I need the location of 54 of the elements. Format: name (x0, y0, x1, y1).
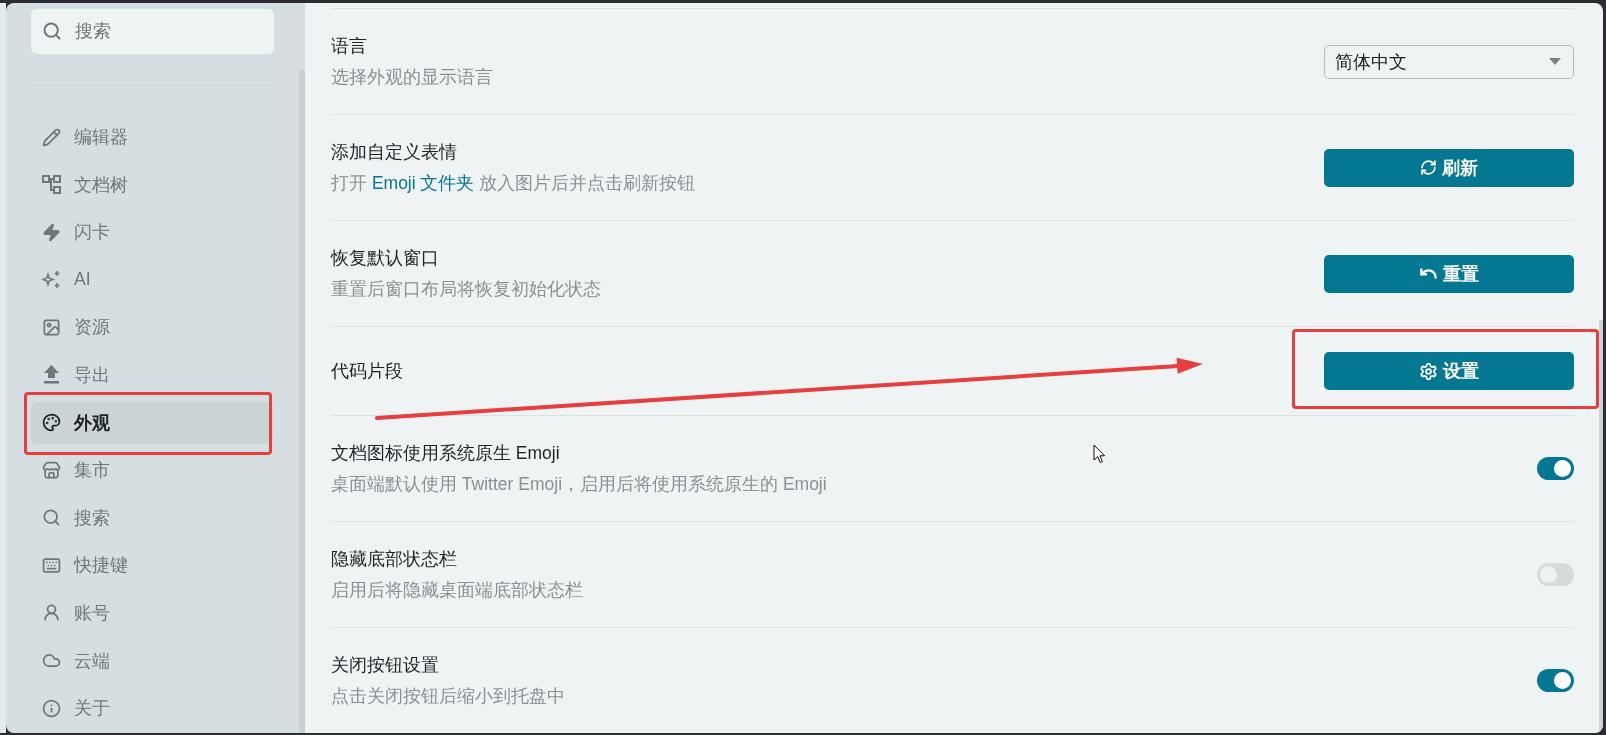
folder-link[interactable]: Emoji 文件夹 (371, 173, 475, 193)
mouse-cursor-icon (1093, 444, 1106, 464)
pencil-icon (42, 127, 61, 147)
scrollbar-thumb[interactable] (1599, 320, 1603, 733)
action-button[interactable]: 重置 (1324, 254, 1574, 293)
info-icon (42, 698, 61, 718)
setting-description: 启用后将隐藏桌面端底部状态栏 (331, 579, 583, 602)
tree-icon (42, 175, 61, 195)
sidebar-item[interactable]: 搜索 (31, 496, 273, 539)
setting-title: 代码片段 (331, 360, 403, 383)
toggle-switch[interactable] (1537, 563, 1574, 586)
search-icon (42, 508, 61, 528)
setting-description: 桌面端默认使用 Twitter Emoji，启用后将使用系统原生的 Emoji (331, 473, 827, 496)
keyboard-icon (42, 555, 61, 575)
settings-icon (1419, 361, 1438, 381)
image-icon (42, 317, 61, 337)
setting-title: 恢复默认窗口 (331, 247, 440, 270)
lightning-icon (42, 222, 61, 242)
setting-description: 选择外观的显示语言 (331, 66, 493, 89)
search-field[interactable]: 搜索 (31, 9, 274, 54)
sidebar-item[interactable]: 编辑器 (31, 116, 273, 158)
store-icon (42, 460, 61, 480)
palette-icon (42, 413, 61, 433)
toggle-switch[interactable] (1537, 669, 1574, 692)
action-button[interactable]: 刷新 (1324, 148, 1574, 187)
setting-title: 关闭按钮设置 (331, 654, 440, 677)
scrollbar-thumb[interactable] (299, 70, 305, 733)
upload-icon (42, 365, 61, 385)
sidebar-item[interactable]: AI (31, 258, 273, 301)
caret-down-icon (1549, 58, 1561, 65)
dropdown[interactable]: 简体中文 (1324, 44, 1574, 79)
setting-description: 点击关闭按钮后缩小到托盘中 (331, 685, 565, 708)
search-icon (42, 21, 62, 41)
setting-title: 文档图标使用系统原生 Emoji (331, 442, 561, 465)
setting-title: 隐藏底部状态栏 (331, 548, 458, 571)
sidebar-item[interactable]: 快捷键 (31, 544, 273, 587)
user-icon (42, 603, 61, 623)
action-button[interactable]: 设置 (1324, 352, 1574, 390)
sidebar-item[interactable]: 账号 (31, 591, 273, 634)
sidebar-item[interactable]: 集市 (31, 449, 273, 492)
sidebar-item[interactable]: 资源 (31, 306, 273, 349)
sidebar-item[interactable]: 外观 (31, 401, 273, 444)
toggle-switch[interactable] (1537, 457, 1574, 480)
sidebar-item[interactable]: 闪卡 (31, 211, 273, 254)
setting-title: 语言 (331, 35, 368, 58)
setting-description: 重置后窗口布局将恢复初始化状态 (331, 278, 601, 301)
sidebar-item[interactable]: 云端 (31, 639, 273, 682)
sidebar-item[interactable]: 导出 (31, 353, 273, 396)
sparkle-icon (42, 270, 61, 290)
setting-title: 添加自定义表情 (331, 141, 458, 164)
sidebar-item[interactable]: 文档树 (31, 163, 273, 206)
refresh-icon (1420, 159, 1437, 176)
setting-description: 打开 Emoji 文件夹 放入图片后并点击刷新按钮 (331, 172, 696, 195)
sidebar-item[interactable]: 关于 (31, 687, 273, 730)
